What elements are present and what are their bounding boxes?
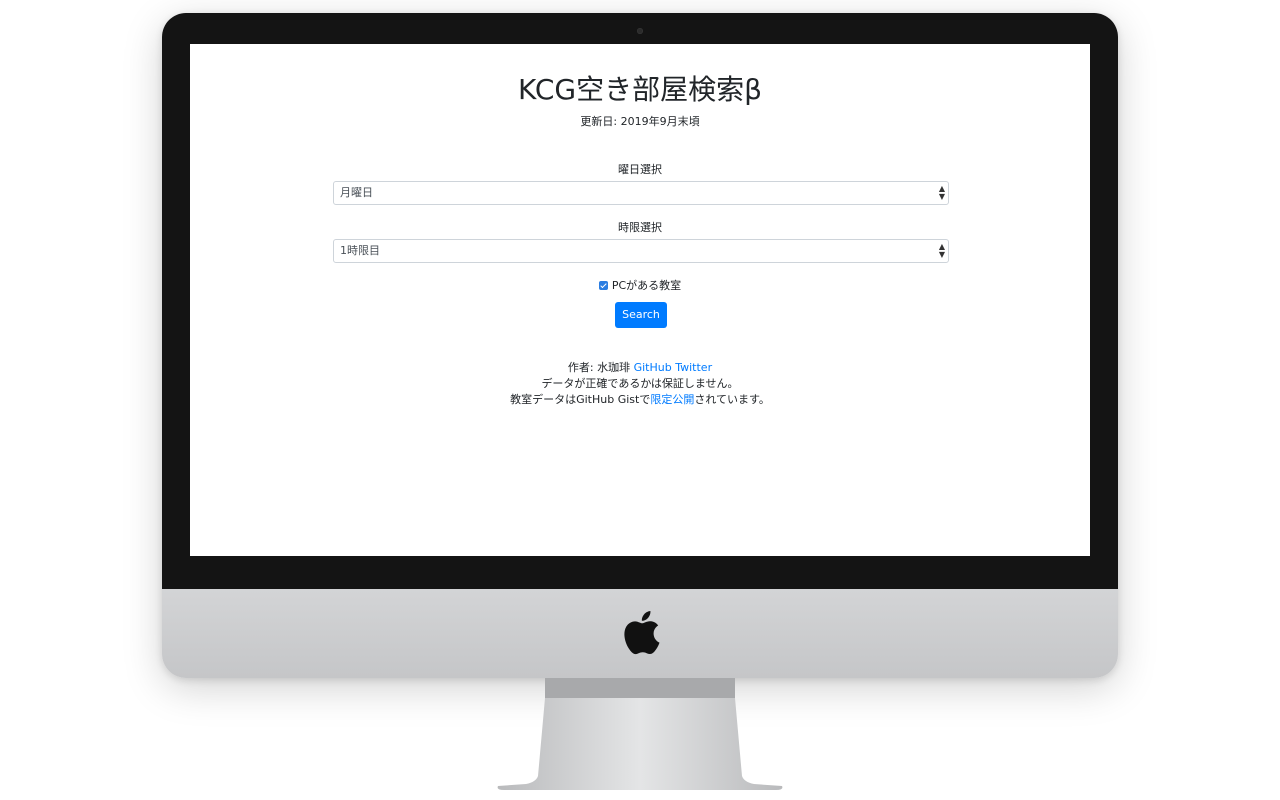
updated-date: 更新日: 2019年9月末頃 (580, 115, 700, 128)
github-link[interactable]: GitHub (634, 361, 672, 374)
period-select[interactable]: 1時限目 ▲ ▼ (333, 239, 949, 263)
twitter-link[interactable]: Twitter (675, 361, 712, 374)
day-select-value: 月曜日 (340, 186, 373, 199)
author-text: 作者: 水珈琲 (567, 361, 631, 374)
period-select-value: 1時限目 (340, 244, 380, 257)
limited-public-link[interactable]: 限定公開 (650, 393, 694, 406)
author-line: 作者: 水珈琲 GitHub Twitter (190, 360, 1090, 376)
pc-checkbox-label[interactable]: PCがある教室 (612, 279, 681, 292)
period-select-label: 時限選択 (618, 221, 662, 234)
pc-checkbox[interactable] (598, 281, 608, 290)
page-title: KCG空き部屋検索β (518, 73, 762, 106)
stand-neck (545, 678, 735, 698)
updown-caret-icon: ▲ ▼ (938, 242, 945, 259)
camera-icon (637, 28, 643, 34)
updown-caret-icon: ▲ ▼ (938, 184, 945, 201)
day-select[interactable]: 月曜日 ▲ ▼ (333, 181, 949, 205)
data-source-suffix: されています。 (694, 393, 770, 406)
device-mockup: KCG空き部屋検索β 更新日: 2019年9月末頃 曜日選択 月曜日 ▲ ▼ 時限… (0, 0, 1280, 800)
data-source-line: 教室データはGitHub Gistで限定公開されています。 (190, 392, 1090, 408)
imac-chin (162, 589, 1118, 678)
disclaimer-line: データが正確であるかは保証しません。 (541, 377, 739, 390)
app-screen: KCG空き部屋検索β 更新日: 2019年9月末頃 曜日選択 月曜日 ▲ ▼ 時限… (190, 44, 1090, 556)
day-select-label: 曜日選択 (618, 163, 662, 176)
search-button[interactable]: Search (615, 302, 667, 328)
stand-base (497, 698, 783, 790)
apple-logo-icon (624, 611, 660, 655)
data-source-prefix: 教室データはGitHub Gistで (510, 393, 651, 406)
pc-checkbox-row: PCがある教室 (190, 277, 1090, 293)
